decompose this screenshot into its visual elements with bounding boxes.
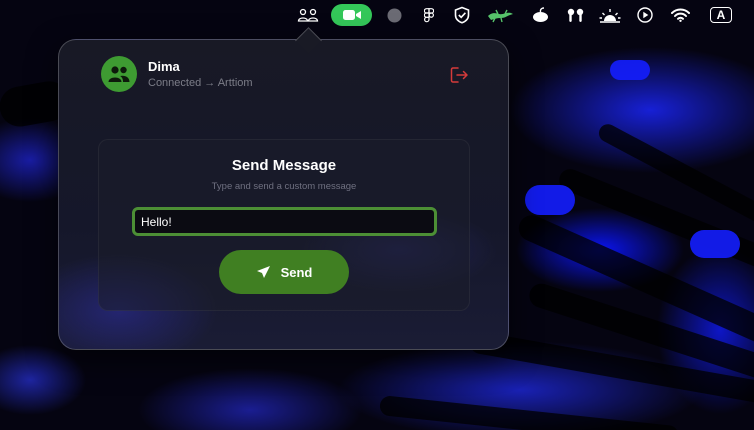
figma-icon[interactable] [423,6,435,24]
user-name: Dima [148,59,180,74]
paper-plane-icon [256,266,270,278]
send-message-card: Send Message Type and send a custom mess… [98,139,470,311]
avatar [101,56,137,92]
airpods-icon[interactable] [566,6,584,24]
people-icon[interactable] [296,6,320,24]
sunrise-icon[interactable] [599,6,621,24]
people-icon [108,66,130,82]
lizard-icon[interactable] [485,6,515,24]
message-input[interactable] [132,207,437,236]
facetime-video-icon[interactable] [331,4,372,26]
logout-icon [450,67,468,83]
input-source-icon[interactable]: A [710,7,732,23]
card-subtitle: Type and send a custom message [211,181,357,192]
send-button[interactable]: Send [219,250,349,294]
logout-button[interactable] [448,65,470,85]
card-title: Send Message [231,157,337,174]
record-dot-icon[interactable] [386,6,402,24]
wifi-icon[interactable] [670,6,690,24]
message-popover: Dima Connected → Arttiom Send Message Ty… [58,39,509,350]
send-button-label: Send [280,264,313,280]
play-icon[interactable] [637,6,653,24]
connection-status: Connected → Arttiom [148,77,253,89]
shield-check-icon[interactable] [452,6,472,24]
coconut-icon[interactable] [531,6,549,24]
menu-bar: A [0,0,754,30]
